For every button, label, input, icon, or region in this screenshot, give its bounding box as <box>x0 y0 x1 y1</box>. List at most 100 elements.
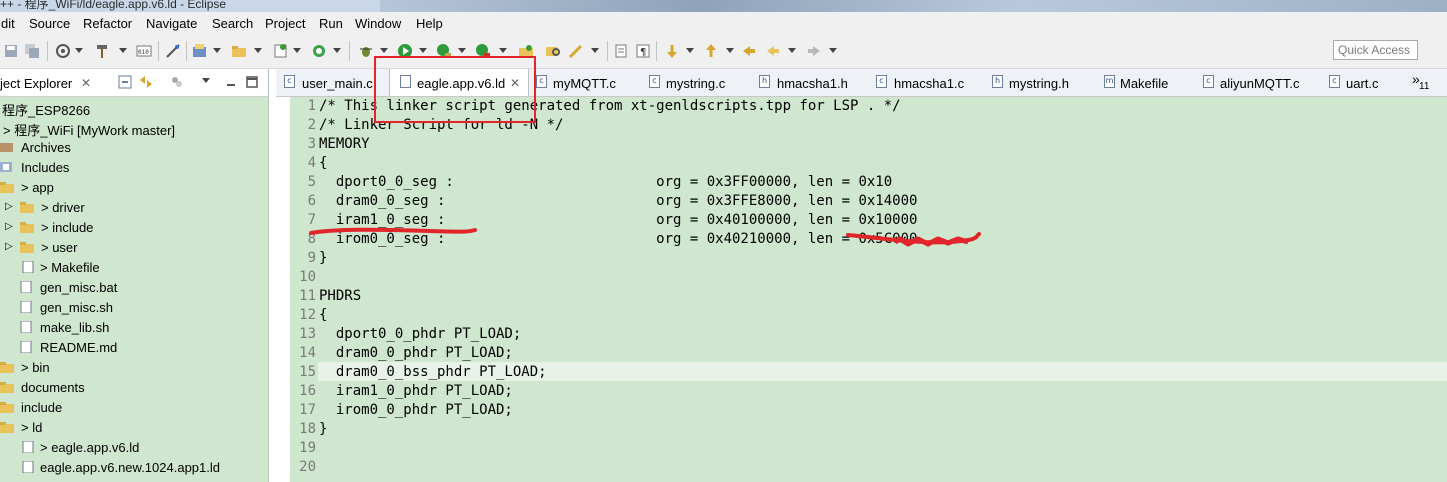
show-whitespace-icon[interactable]: ¶ <box>635 43 651 59</box>
menu-project[interactable]: Project <box>265 16 305 31</box>
file-icon <box>20 321 32 333</box>
line-number: 4 <box>307 155 316 171</box>
prev-annotation-icon[interactable] <box>703 43 719 59</box>
tab-mystring-c[interactable]: c mystring.c <box>647 69 747 96</box>
pen-icon[interactable] <box>568 43 584 59</box>
search-icon[interactable] <box>545 43 561 59</box>
chevron-down-icon[interactable] <box>458 48 466 53</box>
minimize-icon[interactable] <box>224 75 238 89</box>
tab-overflow-button[interactable]: » 11 <box>1410 69 1440 96</box>
chevron-down-icon[interactable] <box>213 48 221 53</box>
chevron-down-icon[interactable] <box>788 48 796 53</box>
binary-icon[interactable]: 010 <box>136 43 152 59</box>
debug-icon[interactable] <box>165 43 181 59</box>
tab-makefile[interactable]: m Makefile <box>1103 69 1198 96</box>
chevron-down-icon[interactable] <box>686 48 694 53</box>
debug-bug-icon[interactable] <box>358 43 374 59</box>
toggle-mark-icon[interactable] <box>613 43 629 59</box>
toolbar-separator <box>47 41 48 61</box>
svg-text:¶: ¶ <box>640 47 646 58</box>
forward-icon[interactable] <box>806 43 822 59</box>
menu-search[interactable]: Search <box>212 16 253 31</box>
tab-mystring-h[interactable]: h mystring.h <box>991 69 1091 96</box>
expand-icon[interactable]: ▷ <box>5 221 13 232</box>
menu-refactor[interactable]: Refactor <box>83 16 132 31</box>
new-class-icon[interactable] <box>273 43 289 59</box>
h-file-icon: h <box>759 75 770 88</box>
line-number: 2 <box>307 117 316 133</box>
line-number: 1 <box>307 98 316 114</box>
line-number: 8 <box>307 231 316 247</box>
code-line: dram0_0_phdr PT_LOAD; <box>319 345 513 361</box>
project-explorer: ject Explorer ✕ 程序_ESP8266 > 程序_WiFi [My… <box>0 69 269 482</box>
chevron-down-icon[interactable] <box>75 48 83 53</box>
link-editor-icon[interactable] <box>139 75 153 89</box>
new-folder-icon[interactable] <box>231 43 247 59</box>
chevron-down-icon[interactable] <box>293 48 301 53</box>
line-number: 14 <box>299 345 316 361</box>
folder-icon <box>20 242 34 253</box>
toolbar-separator <box>349 41 350 61</box>
tab-mymqtt-c[interactable]: c myMQTT.c <box>535 69 635 96</box>
hammer-icon[interactable] <box>94 43 110 59</box>
code-line: irom0_0_phdr PT_LOAD; <box>319 402 513 418</box>
view-menu-icon[interactable] <box>202 78 210 83</box>
includes-icon <box>0 162 12 172</box>
menu-edit[interactable]: dit <box>1 16 15 31</box>
expand-icon[interactable]: ▷ <box>5 201 13 212</box>
chevron-down-icon[interactable] <box>591 48 599 53</box>
chevron-down-icon[interactable] <box>499 48 507 53</box>
save-all-icon[interactable] <box>24 43 40 59</box>
file-icon <box>20 281 32 293</box>
code-line: { <box>319 155 328 171</box>
tab-hmacsha1-h[interactable]: h hmacsha1.h <box>758 69 863 96</box>
expand-icon[interactable]: ▷ <box>5 241 13 252</box>
back-icon[interactable] <box>765 43 781 59</box>
line-number: 17 <box>299 402 316 418</box>
file-icon <box>22 441 34 453</box>
next-annotation-icon[interactable] <box>664 43 680 59</box>
menu-source[interactable]: Source <box>29 16 70 31</box>
c-file-icon: c <box>876 75 887 88</box>
menu-run[interactable]: Run <box>319 16 343 31</box>
code-editor[interactable]: 1/* This linker script generated from xt… <box>290 97 1447 482</box>
last-edit-icon[interactable] <box>741 43 757 59</box>
line-number: 7 <box>307 212 316 228</box>
project-explorer-title[interactable]: ject Explorer <box>0 76 72 91</box>
chevron-down-icon[interactable] <box>254 48 262 53</box>
collapse-all-icon[interactable] <box>118 75 132 89</box>
close-icon[interactable]: ✕ <box>81 76 91 90</box>
c-file-icon: c <box>284 75 295 88</box>
folder-icon <box>0 422 14 433</box>
main-toolbar: 010 ¶ <box>0 35 1447 69</box>
menu-navigate[interactable]: Navigate <box>146 16 197 31</box>
menu-help[interactable]: Help <box>416 16 443 31</box>
new-project-icon[interactable] <box>192 43 208 59</box>
refresh-icon[interactable] <box>311 43 327 59</box>
menu-window[interactable]: Window <box>355 16 401 31</box>
folder-icon <box>0 402 14 413</box>
chevron-down-icon[interactable] <box>726 48 734 53</box>
tab-user-main-c[interactable]: c user_main.c <box>280 69 378 96</box>
tab-aliyunmqtt-c[interactable]: c aliyunMQTT.c <box>1201 69 1316 96</box>
maximize-icon[interactable] <box>245 75 259 89</box>
save-icon[interactable] <box>3 43 19 59</box>
chevron-down-icon[interactable] <box>333 48 341 53</box>
editor-gutter <box>276 97 290 482</box>
line-number: 18 <box>299 421 316 437</box>
code-line: MEMORY <box>319 136 370 152</box>
tab-hmacsha1-c[interactable]: c hmacsha1.c <box>874 69 979 96</box>
tab-uart-c[interactable]: c uart.c <box>1327 69 1407 96</box>
chevron-down-icon[interactable] <box>829 48 837 53</box>
code-line: PHDRS <box>319 288 362 304</box>
line-number: 16 <box>299 383 316 399</box>
makefile-icon: m <box>1104 75 1115 88</box>
code-line: dram0_0_bss_phdr PT_LOAD; <box>319 364 547 380</box>
chevron-down-icon[interactable] <box>419 48 427 53</box>
folder-icon <box>20 222 34 233</box>
chevron-down-icon[interactable] <box>380 48 388 53</box>
build-icon[interactable] <box>55 43 71 59</box>
quick-access-field[interactable]: Quick Access <box>1333 40 1418 60</box>
chevron-down-icon[interactable] <box>119 48 127 53</box>
filter-icon[interactable] <box>170 75 184 89</box>
